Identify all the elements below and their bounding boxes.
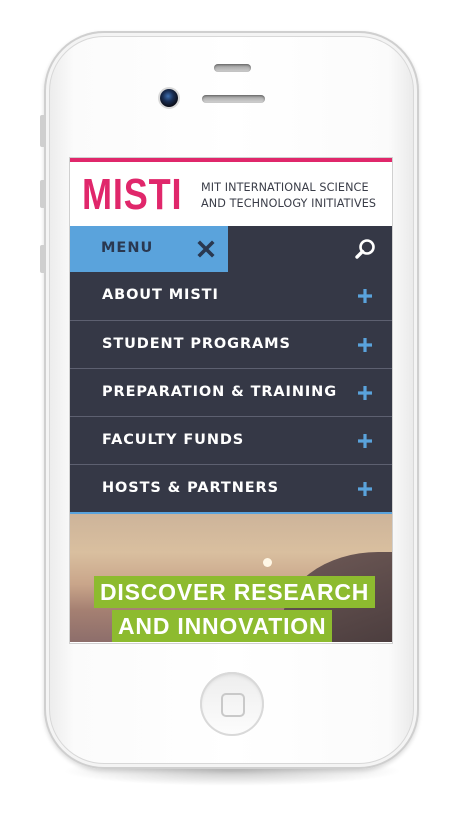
earpiece-speaker [214, 64, 251, 72]
nav-item-hosts-partners[interactable]: HOSTS & PARTNERS [70, 464, 392, 512]
menu-label: MENU [101, 240, 154, 256]
main-nav: ABOUT MISTI STUDENT PROGRAMS PREPARATION… [70, 272, 392, 512]
search-area [228, 226, 392, 272]
site-header: MISTI MIT INTERNATIONAL SCIENCE AND TECH… [70, 162, 392, 226]
nav-item-label: PREPARATION & TRAINING [102, 384, 338, 400]
menu-bar: MENU [70, 226, 392, 272]
hero-headline-line-1: DISCOVER RESEARCH [94, 576, 376, 608]
nav-item-label: ABOUT MISTI [102, 287, 219, 303]
hero-headline-line-2: AND INNOVATION [112, 610, 333, 642]
nav-item-label: HOSTS & PARTNERS [102, 480, 279, 496]
nav-item-label: STUDENT PROGRAMS [102, 336, 291, 352]
search-icon[interactable] [354, 238, 376, 260]
tagline-line-2: AND TECHNOLOGY INITIATIVES [201, 197, 377, 210]
front-camera [160, 89, 178, 107]
speaker-grille [202, 95, 265, 103]
tagline-line-1: MIT INTERNATIONAL SCIENCE [201, 181, 369, 194]
nav-item-faculty-funds[interactable]: FACULTY FUNDS [70, 416, 392, 464]
nav-item-about-misti[interactable]: ABOUT MISTI [70, 272, 392, 320]
nav-item-student-programs[interactable]: STUDENT PROGRAMS [70, 320, 392, 368]
close-icon[interactable] [196, 239, 216, 259]
menu-toggle-button[interactable]: MENU [70, 226, 228, 272]
misti-logo[interactable]: MISTI [82, 170, 182, 220]
home-square-icon [221, 693, 245, 717]
mute-switch [40, 115, 45, 147]
nav-item-preparation-training[interactable]: PREPARATION & TRAINING [70, 368, 392, 416]
volume-down-button [40, 245, 45, 273]
plus-icon[interactable] [358, 434, 372, 448]
plus-icon[interactable] [358, 386, 372, 400]
home-button[interactable] [200, 672, 264, 736]
phone-screen: MISTI MIT INTERNATIONAL SCIENCE AND TECH… [70, 158, 392, 643]
sun-graphic [263, 558, 272, 567]
site-tagline: MIT INTERNATIONAL SCIENCE AND TECHNOLOGY… [201, 180, 386, 212]
volume-up-button [40, 180, 45, 208]
plus-icon[interactable] [358, 482, 372, 496]
plus-icon[interactable] [358, 289, 372, 303]
nav-item-label: FACULTY FUNDS [102, 432, 245, 448]
hero-banner[interactable]: DISCOVER RESEARCH AND INNOVATION [70, 514, 392, 642]
plus-icon[interactable] [358, 338, 372, 352]
